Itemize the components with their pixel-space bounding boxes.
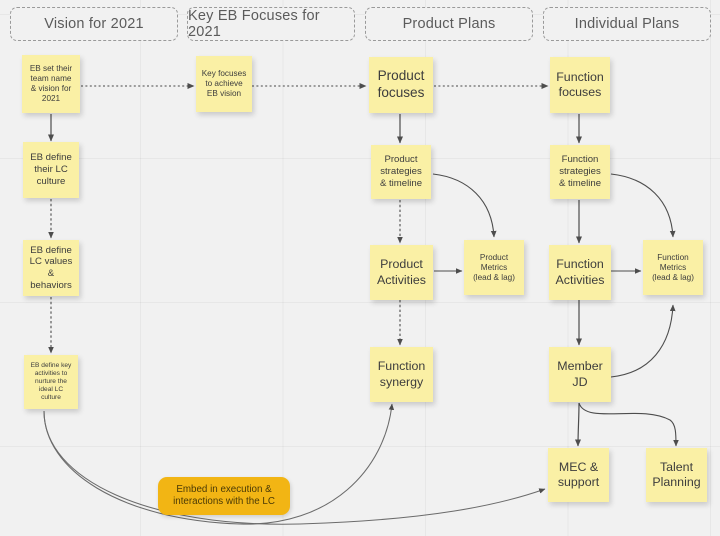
note-text: Function synergy [377,359,426,389]
note-text: Talent Planning [652,459,701,489]
note-function-strategies[interactable]: Function strategies & timeline [550,145,610,199]
note-product-activities[interactable]: Product Activities [370,245,433,300]
note-talent-planning[interactable]: Talent Planning [646,448,707,502]
note-text: Embed in execution & interactions with th… [173,484,275,507]
lane-header-label: Product Plans [402,16,496,32]
lane-header-product-plans[interactable]: Product Plans [365,7,533,41]
note-product-focuses[interactable]: Product focuses [369,57,433,113]
link-n4-n16 [43,410,546,525]
note-text: EB set their team name & vision for 2021 [29,64,73,103]
note-text: Product Activities [377,257,426,287]
link-n15-n14 [610,304,676,378]
note-text: Function strategies & timeline [558,154,602,189]
note-eb-set-vision[interactable]: EB set their team name & vision for 2021 [22,55,80,113]
note-function-activities[interactable]: Function Activities [549,245,611,300]
note-function-focuses[interactable]: Function focuses [550,57,610,113]
note-eb-define-lc-values[interactable]: EB define LC values & behaviors [23,240,79,296]
note-text: Key focuses to achieve EB vision [201,69,247,98]
note-eb-define-key-activities[interactable]: EB define key activities to nurture the ide… [24,355,78,409]
note-text: Member JD [557,359,603,389]
note-text: Function Metrics (lead & lag) [652,252,694,282]
note-key-focuses[interactable]: Key focuses to achieve EB vision [196,56,252,112]
note-mec-support[interactable]: MEC & support [548,448,609,502]
lane-header-individual-plans[interactable]: Individual Plans [543,7,711,41]
lane-header-label: Key EB Focuses for 2021 [188,8,320,40]
note-eb-define-lc-culture[interactable]: EB define their LC culture [23,142,79,198]
note-text: EB define their LC culture [30,152,72,187]
note-member-jd[interactable]: Member JD [549,347,611,402]
note-text: Product Metrics (lead & lag) [473,252,515,282]
note-embed-in-execution[interactable]: Embed in execution & interactions with th… [158,477,290,515]
link-n15-n16 [574,402,582,447]
note-text: MEC & support [557,459,600,489]
lane-header-label: Vision for 2021 [44,16,144,32]
link-n12-n14 [610,173,676,238]
note-text: Function Activities [555,257,605,287]
note-text: Product strategies & timeline [379,154,423,189]
background-grid [0,0,720,536]
note-product-strategies[interactable]: Product strategies & timeline [371,145,431,199]
link-n15-n17 [578,402,679,447]
note-text: Product focuses [377,68,425,100]
note-text: EB define key activities to nurture the ide… [30,361,72,402]
connector-layer [43,82,679,525]
note-text: Function focuses [556,69,604,99]
link-n7-n9 [432,173,497,238]
lane-header-eb-focuses[interactable]: Key EB Focuses for 2021 [187,7,355,41]
note-product-metrics[interactable]: Product Metrics (lead & lag) [464,240,524,295]
note-text: EB define LC values & behaviors [29,244,73,291]
note-function-metrics[interactable]: Function Metrics (lead & lag) [643,240,703,295]
lane-header-vision[interactable]: Vision for 2021 [10,7,178,41]
note-function-synergy[interactable]: Function synergy [370,347,433,402]
lane-header-label: Individual Plans [574,16,680,32]
whiteboard-canvas[interactable]: Vision for 2021 Key EB Focuses for 2021 … [0,0,720,536]
